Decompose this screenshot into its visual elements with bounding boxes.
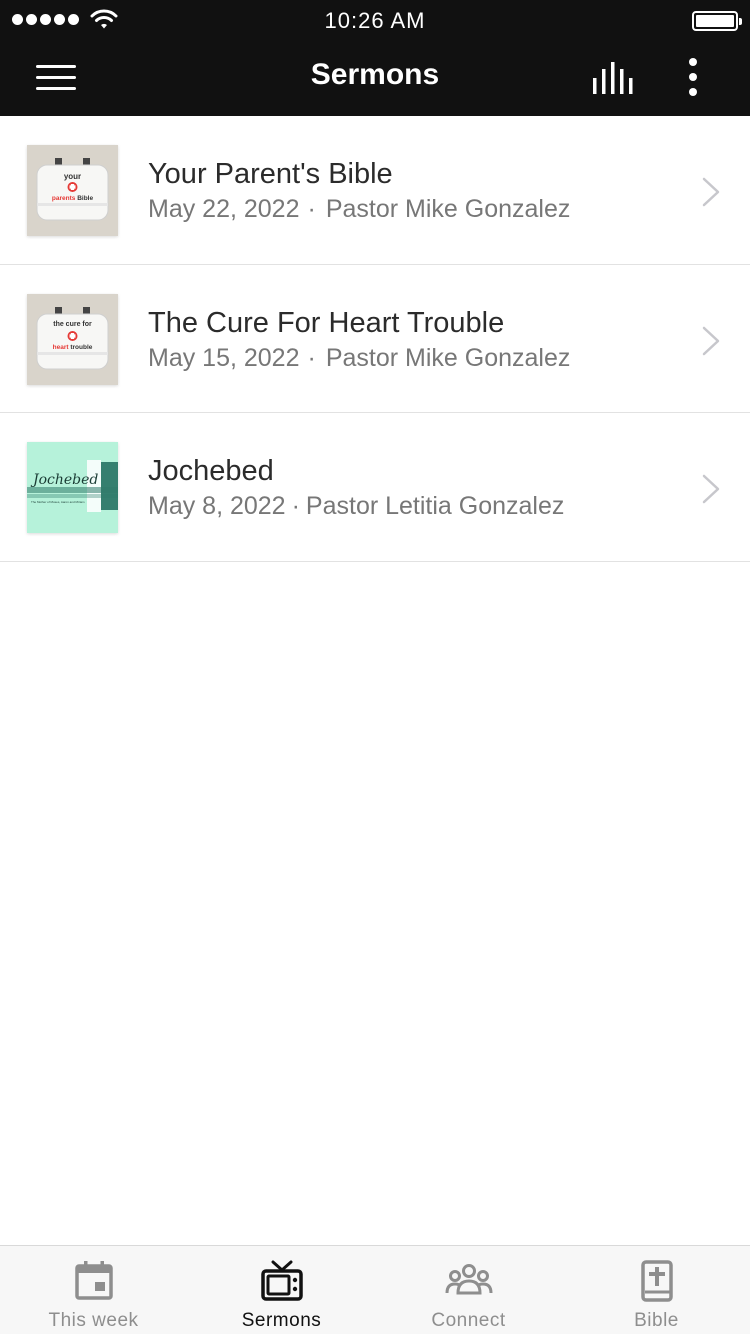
nav-bar: Sermons: [0, 40, 750, 116]
thumbnail-title: Jochebed: [33, 472, 99, 488]
sermon-thumbnail: your parents Bible: [27, 145, 118, 236]
sermon-speaker: Pastor Mike Gonzalez: [325, 195, 571, 223]
sermon-title: Your Parent's Bible: [148, 158, 393, 190]
tab-bible[interactable]: Bible: [563, 1246, 750, 1334]
sermon-thumbnail: Jochebed The Mother of Moses, Aaron and …: [27, 442, 118, 533]
sermon-title: The Cure For Heart Trouble: [148, 306, 505, 339]
sermon-title: Jochebed: [148, 455, 274, 487]
thumbnail-text-bottom: heart trouble: [27, 344, 118, 351]
tab-bar: This week Sermons Connect Bible: [0, 1245, 750, 1334]
people-icon: [445, 1264, 492, 1295]
sermon-speaker: Pastor Letitia Gonzalez: [305, 492, 565, 520]
more-options-button[interactable]: [678, 54, 708, 100]
thumbnail-text-dark: Bible: [77, 195, 94, 202]
thumbnail-text-dark: trouble: [70, 343, 93, 351]
sermon-date: May 22, 2022: [148, 195, 300, 223]
page-title: Sermons: [310, 58, 440, 91]
thumbnail-subtitle: The Mother of Moses, Aaron and Miriam: [31, 500, 85, 504]
chevron-right-icon: [702, 474, 720, 504]
sermon-list-item[interactable]: your parents Bible Your Parent's Bible M…: [0, 116, 750, 265]
sermon-speaker: Pastor Mike Gonzalez: [325, 343, 571, 372]
sermon-thumbnail: the cure for heart trouble: [27, 293, 118, 385]
audio-bars-icon[interactable]: [590, 60, 636, 96]
battery-icon: [692, 11, 742, 31]
sermon-meta: May 22, 2022 · Pastor Mike Gonzalez: [148, 195, 571, 223]
status-time: 10:26 AM: [324, 8, 426, 33]
first-aid-kit-icon: [27, 293, 118, 385]
chevron-right-icon: [702, 326, 720, 355]
sermon-meta: May 8, 2022 · Pastor Letitia Gonzalez: [148, 492, 565, 520]
tab-label: Connect: [431, 1310, 506, 1331]
sermon-date: May 15, 2022: [148, 343, 300, 372]
calendar-icon: [74, 1261, 113, 1300]
tv-icon: [260, 1260, 303, 1301]
thumbnail-text-bottom: parents Bible: [27, 195, 118, 202]
tab-this-week[interactable]: This week: [0, 1246, 187, 1334]
first-aid-kit-icon: [27, 145, 118, 236]
tab-label: This week: [48, 1310, 139, 1331]
sermon-list-item[interactable]: the cure for heart trouble The Cure For …: [0, 264, 750, 413]
sermon-meta: May 15, 2022 · Pastor Mike Gonzalez: [148, 343, 571, 372]
sermon-list-item[interactable]: Jochebed The Mother of Moses, Aaron and …: [0, 413, 750, 562]
chevron-right-icon: [702, 177, 720, 207]
thumbnail-text-red: parents: [51, 195, 76, 202]
tab-sermons[interactable]: Sermons: [188, 1246, 375, 1334]
thumbnail-text-red: heart: [52, 343, 69, 351]
tab-label: Bible: [634, 1310, 679, 1331]
thumbnail-text-top: your: [63, 172, 82, 181]
sermon-date: May 8, 2022: [148, 492, 286, 520]
tab-label: Sermons: [241, 1310, 322, 1331]
sermon-list: your parents Bible Your Parent's Bible M…: [0, 116, 750, 562]
status-bar: 10:26 AM: [0, 0, 750, 40]
bible-icon: [640, 1260, 673, 1302]
tab-connect[interactable]: Connect: [375, 1246, 562, 1334]
thumbnail-text-top: the cure for: [53, 320, 92, 328]
